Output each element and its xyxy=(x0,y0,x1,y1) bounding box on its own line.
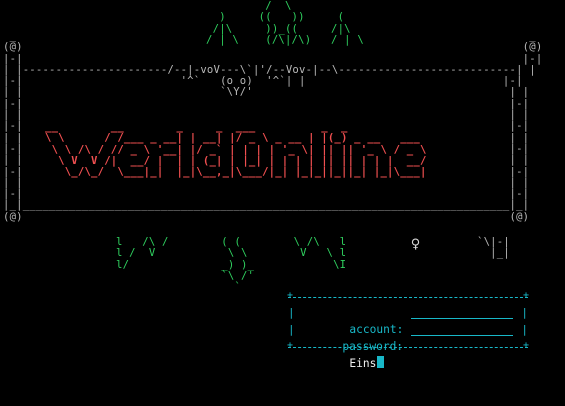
login-box-corner: + xyxy=(287,340,294,351)
password-row: password: xyxy=(302,321,403,353)
password-input[interactable] xyxy=(411,335,513,336)
login-box: + + + + | | | | account: Eins password: xyxy=(287,290,529,371)
worldonline-logo-ascii-art: __ __ _ _ ___ _ _ \ \ / /___ _ __| | __|… xyxy=(45,121,427,179)
login-box-corner: + xyxy=(522,340,529,351)
account-field-underline xyxy=(411,318,513,319)
login-box-corner: + xyxy=(522,290,529,301)
text-cursor xyxy=(377,356,385,368)
dragon-legs-ascii-art: l /\ / ( ( \ /\ l l / V \ \ V \ l l/ _) … xyxy=(116,236,347,294)
mouse-cursor-icon: ♀ xyxy=(410,237,421,252)
login-box-right-border: | | xyxy=(521,306,528,336)
login-box-left-border: | | xyxy=(288,306,295,336)
terminal-screen: / \ ) (( )) ( /|\ ))_(( /|\ / | \ (/\|/\… xyxy=(0,0,565,406)
account-input[interactable]: Eins xyxy=(349,357,376,370)
password-label: password: xyxy=(342,340,404,353)
account-row: account: Eins xyxy=(309,304,403,370)
frame-hook-ascii-art: `\|-| |_| xyxy=(477,236,510,260)
login-box-top-border xyxy=(288,297,528,300)
login-box-corner: + xyxy=(287,290,294,301)
